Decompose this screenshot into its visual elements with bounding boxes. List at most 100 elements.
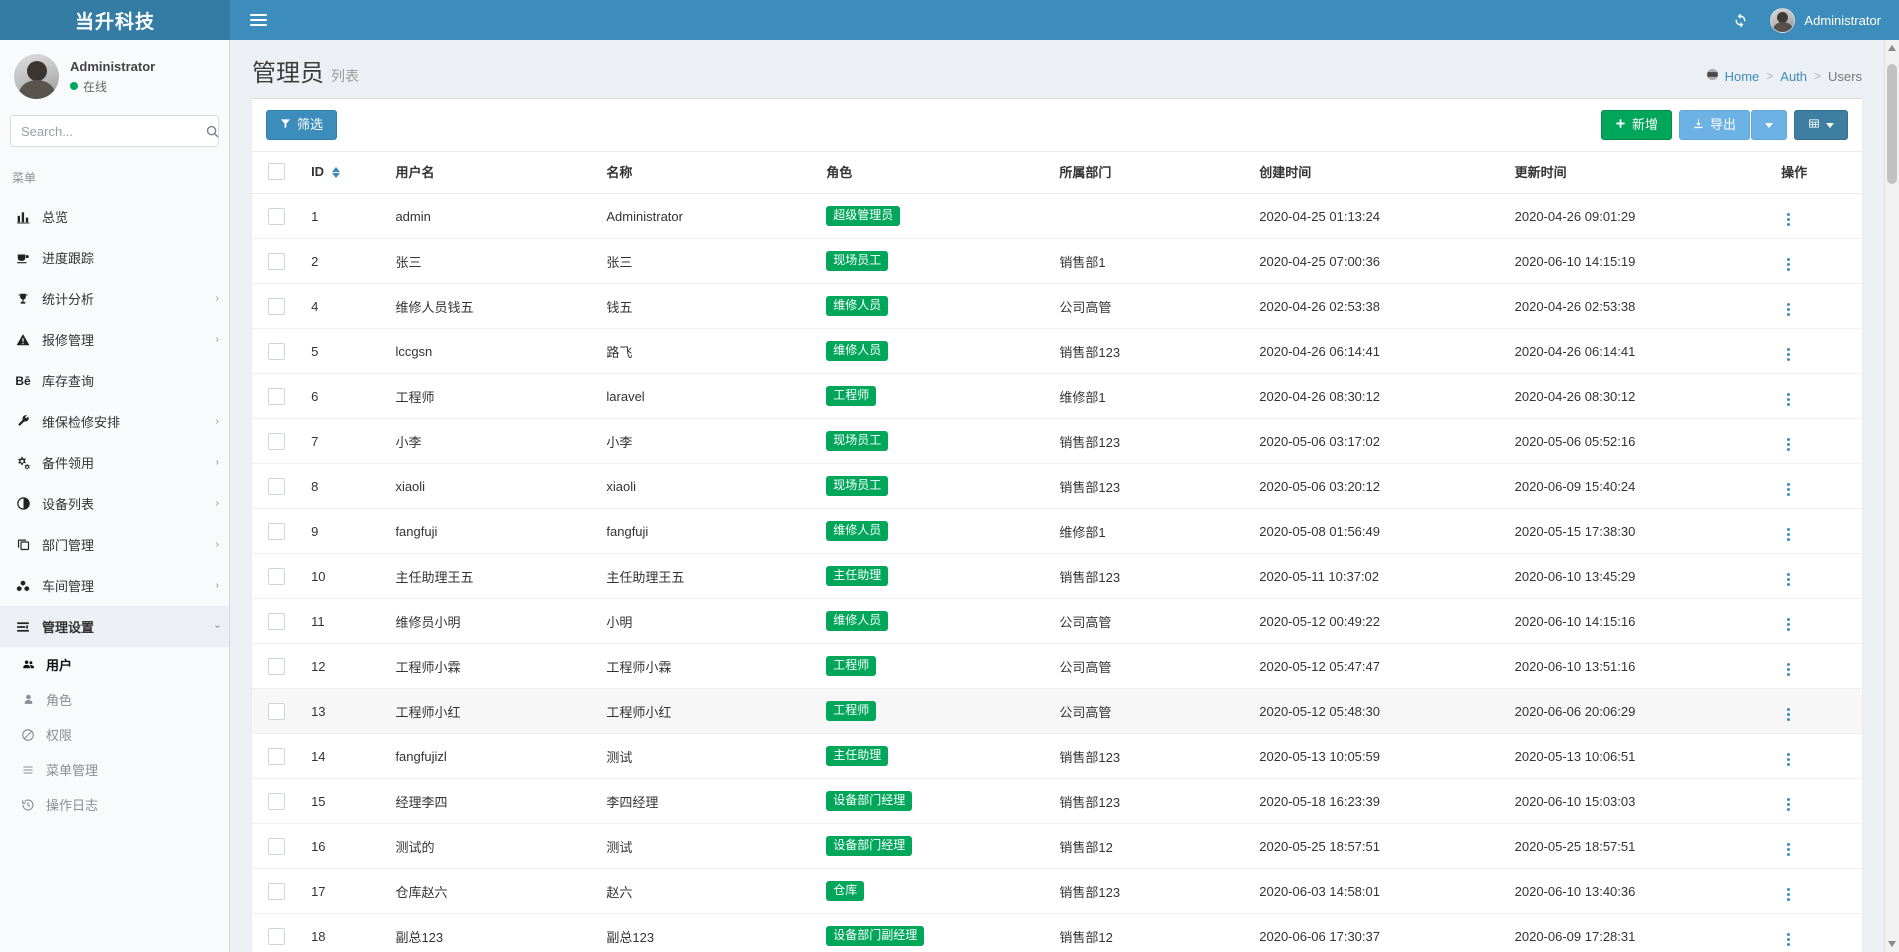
sidebar-item-department-management[interactable]: 部门管理 ›	[0, 524, 229, 565]
sidebar-item-parts-requisition[interactable]: 备件领用 ›	[0, 442, 229, 483]
row-checkbox[interactable]	[268, 838, 285, 855]
scroll-up-arrow-icon[interactable]	[1885, 40, 1899, 56]
table-row[interactable]: 8xiaolixiaoli现场员工销售部1232020-05-06 03:20:…	[252, 464, 1862, 509]
search-input[interactable]	[11, 124, 205, 139]
cell-created: 2020-05-25 18:57:51	[1251, 824, 1506, 869]
table-row[interactable]: 2张三张三现场员工销售部12020-04-25 07:00:362020-06-…	[252, 239, 1862, 284]
row-checkbox[interactable]	[268, 298, 285, 315]
sidebar-item-inventory-query[interactable]: Bē 库存查询	[0, 360, 229, 401]
ellipsis-vertical-icon[interactable]	[1781, 661, 1796, 678]
row-checkbox[interactable]	[268, 928, 285, 945]
sidebar-item-roles[interactable]: 角色	[0, 682, 229, 717]
search-button[interactable]	[205, 116, 220, 146]
page-scrollbar[interactable]	[1884, 40, 1899, 952]
row-checkbox[interactable]	[268, 433, 285, 450]
navbar-right-area: Administrator	[230, 0, 1899, 40]
cell-ops	[1773, 464, 1862, 509]
ellipsis-vertical-icon[interactable]	[1781, 706, 1796, 723]
table-row[interactable]: 9fangfujifangfuji维修人员维修部12020-05-08 01:5…	[252, 509, 1862, 554]
sidebar-item-progress-tracking[interactable]: 进度跟踪	[0, 237, 229, 278]
row-checkbox[interactable]	[268, 478, 285, 495]
row-checkbox[interactable]	[268, 658, 285, 675]
sidebar-item-menu-management[interactable]: 菜单管理	[0, 752, 229, 787]
table-row[interactable]: 10主任助理王五主任助理王五主任助理销售部1232020-05-11 10:37…	[252, 554, 1862, 599]
scroll-down-arrow-icon[interactable]	[1885, 936, 1899, 952]
table-row[interactable]: 16测试的测试设备部门经理销售部122020-05-25 18:57:51202…	[252, 824, 1862, 869]
table-row[interactable]: 18副总123副总123设备部门副经理销售部122020-06-06 17:30…	[252, 914, 1862, 952]
ellipsis-vertical-icon[interactable]	[1781, 526, 1796, 543]
cell-name: 测试	[598, 824, 818, 869]
role-badge: 设备部门副经理	[826, 926, 924, 946]
row-checkbox[interactable]	[268, 253, 285, 270]
ellipsis-vertical-icon[interactable]	[1781, 796, 1796, 813]
sidebar-search[interactable]	[10, 115, 219, 147]
ellipsis-vertical-icon[interactable]	[1781, 886, 1796, 903]
sidebar-item-operation-log[interactable]: 操作日志	[0, 787, 229, 822]
refresh-button[interactable]	[1720, 0, 1760, 40]
row-checkbox[interactable]	[268, 388, 285, 405]
table-row[interactable]: 11维修员小明小明维修人员公司高管2020-05-12 00:49:222020…	[252, 599, 1862, 644]
sidebar-item-permissions[interactable]: 权限	[0, 717, 229, 752]
sidebar-user-status-label: 在线	[83, 78, 107, 95]
sidebar-item-device-list[interactable]: 设备列表 ›	[0, 483, 229, 524]
sidebar-item-statistics[interactable]: 统计分析 ›	[0, 278, 229, 319]
brand-logo[interactable]: 当升科技	[0, 0, 230, 40]
scrollbar-thumb[interactable]	[1887, 64, 1897, 184]
ellipsis-vertical-icon[interactable]	[1781, 751, 1796, 768]
row-checkbox[interactable]	[268, 883, 285, 900]
table-row[interactable]: 7小李小李现场员工销售部1232020-05-06 03:17:022020-0…	[252, 419, 1862, 464]
ellipsis-vertical-icon[interactable]	[1781, 481, 1796, 498]
sort-icon[interactable]	[332, 167, 340, 178]
table-row[interactable]: 17仓库赵六赵六仓库销售部1232020-06-03 14:58:012020-…	[252, 869, 1862, 914]
sidebar-toggle-button[interactable]	[238, 0, 278, 40]
table-row[interactable]: 4维修人员钱五钱五维修人员公司高管2020-04-26 02:53:382020…	[252, 284, 1862, 329]
row-checkbox[interactable]	[268, 343, 285, 360]
column-header-id[interactable]: ID	[303, 152, 387, 194]
new-button[interactable]: 新增	[1601, 110, 1672, 140]
row-checkbox[interactable]	[268, 568, 285, 585]
sidebar-item-repair-management[interactable]: 报修管理 ›	[0, 319, 229, 360]
ellipsis-vertical-icon[interactable]	[1781, 211, 1796, 228]
table-row[interactable]: 5lccgsn路飞维修人员销售部1232020-04-26 06:14:4120…	[252, 329, 1862, 374]
table-row[interactable]: 6工程师laravel工程师维修部12020-04-26 08:30:12202…	[252, 374, 1862, 419]
sidebar-item-overview[interactable]: 总览	[0, 196, 229, 237]
export-dropdown-toggle[interactable]	[1751, 110, 1787, 140]
cell-role: 维修人员	[818, 599, 1051, 644]
row-checkbox[interactable]	[268, 703, 285, 720]
ellipsis-vertical-icon[interactable]	[1781, 436, 1796, 453]
filter-button[interactable]: 筛选	[266, 110, 337, 140]
ellipsis-vertical-icon[interactable]	[1781, 346, 1796, 363]
sidebar-item-workshop-management[interactable]: 车间管理 ›	[0, 565, 229, 606]
breadcrumb-home[interactable]: Home	[1706, 68, 1760, 84]
ellipsis-vertical-icon[interactable]	[1781, 571, 1796, 588]
row-checkbox[interactable]	[268, 613, 285, 630]
ellipsis-vertical-icon[interactable]	[1781, 256, 1796, 273]
row-checkbox[interactable]	[268, 748, 285, 765]
export-button[interactable]: 导出	[1679, 110, 1750, 140]
ellipsis-vertical-icon[interactable]	[1781, 841, 1796, 858]
row-checkbox[interactable]	[268, 793, 285, 810]
ellipsis-vertical-icon[interactable]	[1781, 616, 1796, 633]
dashboard-icon	[1706, 68, 1719, 84]
breadcrumb-separator: >	[1814, 69, 1821, 83]
breadcrumb-auth[interactable]: Auth	[1780, 69, 1807, 84]
cell-updated: 2020-06-10 13:51:16	[1507, 644, 1773, 689]
sidebar-item-maintenance-schedule[interactable]: 维保检修安排 ›	[0, 401, 229, 442]
table-row[interactable]: 1adminAdministrator超级管理员2020-04-25 01:13…	[252, 194, 1862, 239]
table-row[interactable]: 12工程师小霖工程师小霖工程师公司高管2020-05-12 05:47:4720…	[252, 644, 1862, 689]
table-row[interactable]: 15经理李四李四经理设备部门经理销售部1232020-05-18 16:23:3…	[252, 779, 1862, 824]
row-checkbox[interactable]	[268, 208, 285, 225]
select-all-checkbox[interactable]	[268, 163, 285, 180]
cell-id: 8	[303, 464, 387, 509]
column-selector-button[interactable]	[1794, 110, 1848, 140]
user-menu[interactable]: Administrator	[1760, 0, 1899, 40]
sidebar-item-admin-settings[interactable]: 管理设置 › 用户	[0, 606, 229, 822]
table-row[interactable]: 14fangfujizl测试主任助理销售部1232020-05-13 10:05…	[252, 734, 1862, 779]
ellipsis-vertical-icon[interactable]	[1781, 931, 1796, 948]
ellipsis-vertical-icon[interactable]	[1781, 391, 1796, 408]
sidebar-item-users[interactable]: 用户	[0, 647, 229, 682]
table-row[interactable]: 13工程师小红工程师小红工程师公司高管2020-05-12 05:48:3020…	[252, 689, 1862, 734]
ellipsis-vertical-icon[interactable]	[1781, 301, 1796, 318]
cell-created: 2020-05-12 00:49:22	[1251, 599, 1506, 644]
row-checkbox[interactable]	[268, 523, 285, 540]
